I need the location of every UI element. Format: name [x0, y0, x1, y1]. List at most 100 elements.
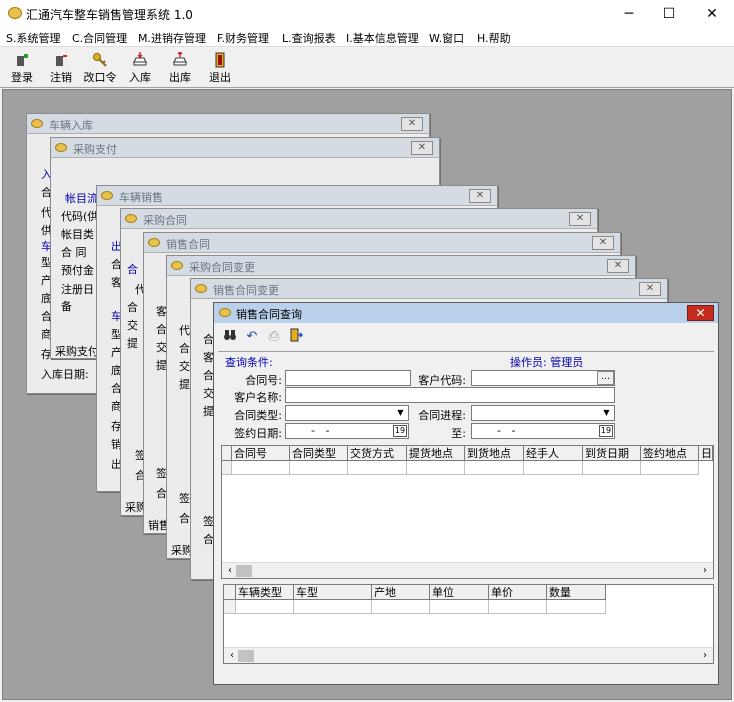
column-header[interactable]: 车辆类型 — [236, 585, 294, 600]
window-icon — [195, 284, 207, 293]
contract-type-select[interactable]: ▼ — [285, 405, 409, 421]
window-icon — [125, 214, 137, 223]
grid-cell[interactable] — [547, 600, 606, 614]
window-close-button[interactable]: ✕ — [639, 282, 661, 296]
scroll-right-icon[interactable]: › — [699, 565, 711, 576]
menu-reports[interactable]: L.查询报表 — [282, 30, 336, 46]
search-button[interactable] — [220, 327, 240, 347]
change-password-label: 改口令 — [83, 71, 117, 84]
scroll-left-icon[interactable]: ‹ — [224, 565, 236, 576]
sign-date-to-input[interactable]: - - 19 — [471, 423, 615, 439]
grid-cell[interactable] — [465, 461, 524, 475]
grid-cell[interactable] — [430, 600, 489, 614]
maximize-button[interactable]: ☐ — [647, 0, 691, 28]
column-header[interactable]: 合同类型 — [290, 446, 348, 461]
exit-button[interactable]: 退出 — [200, 50, 240, 86]
grid-cell[interactable] — [294, 600, 372, 614]
window-close-button[interactable]: ✕ — [592, 236, 614, 250]
grid-cell[interactable] — [236, 600, 294, 614]
menu-basic-info[interactable]: I.基本信息管理 — [346, 30, 419, 46]
window-close-button[interactable]: ✕ — [687, 305, 714, 321]
grid-cell[interactable] — [290, 461, 348, 475]
column-header[interactable]: 单价 — [489, 585, 547, 600]
close-button[interactable]: ✕ — [690, 0, 734, 28]
window-close-button[interactable]: ✕ — [469, 189, 491, 203]
vehicle-detail-grid[interactable]: 车辆类型 车型 产地 单位 单价 数量 ‹ › — [223, 584, 714, 664]
horizontal-scrollbar[interactable]: ‹ › — [222, 562, 713, 578]
contract-type-label: 合同类型: — [234, 409, 282, 422]
column-header[interactable]: 数量 — [547, 585, 606, 600]
window-close-button[interactable]: ✕ — [607, 259, 629, 273]
grid-cell[interactable] — [348, 461, 407, 475]
grid-cell[interactable] — [489, 600, 547, 614]
window-close-button[interactable]: ✕ — [411, 141, 433, 155]
field-label: 预付金 — [61, 264, 94, 277]
field-label: 合 同 — [61, 246, 87, 259]
grid-cell[interactable] — [232, 461, 290, 475]
row-indicator[interactable] — [222, 461, 232, 475]
login-icon — [17, 54, 28, 66]
exit-icon — [215, 52, 225, 68]
scrollbar-thumb[interactable] — [236, 565, 252, 577]
column-header[interactable]: 签约地点 — [641, 446, 699, 461]
column-header[interactable]: 车型 — [294, 585, 372, 600]
column-header[interactable]: 交货方式 — [348, 446, 407, 461]
stock-in-button[interactable]: 入库 — [120, 50, 160, 86]
window-caption: 销售合同 ✕ — [144, 233, 620, 253]
column-header[interactable]: 产地 — [372, 585, 430, 600]
row-indicator-header — [224, 585, 236, 600]
login-button[interactable]: 登录 — [2, 50, 42, 86]
contract-grid[interactable]: 合同号 合同类型 交货方式 提货地点 到货地点 经手人 到货日期 签约地点 日 … — [221, 445, 714, 579]
stock-out-label: 出库 — [169, 71, 191, 84]
grid-cell[interactable] — [524, 461, 583, 475]
car-in-icon — [133, 52, 147, 66]
scrollbar-thumb[interactable] — [238, 650, 254, 662]
grid-cell[interactable] — [407, 461, 465, 475]
exit-button[interactable] — [286, 327, 306, 347]
window-caption: 采购合同 ✕ — [121, 209, 597, 229]
contract-no-label: 合同号: — [245, 374, 282, 387]
row-indicator[interactable] — [224, 600, 236, 614]
grid-cell[interactable] — [641, 461, 699, 475]
undo-button[interactable]: ↶ — [242, 327, 262, 347]
query-section-label: 查询条件: — [225, 356, 273, 369]
menu-contract[interactable]: C.合同管理 — [72, 30, 127, 46]
window-caption: 销售合同查询 ✕ — [214, 303, 718, 323]
menu-finance[interactable]: F.财务管理 — [217, 30, 269, 46]
tab-label[interactable]: 采购支付 — [55, 343, 99, 359]
customer-code-input[interactable] — [471, 370, 615, 386]
column-header[interactable]: 单位 — [430, 585, 489, 600]
column-header[interactable]: 到货日期 — [583, 446, 641, 461]
grid-cell[interactable] — [583, 461, 641, 475]
column-header[interactable]: 提货地点 — [407, 446, 465, 461]
sign-date-from-input[interactable]: - -19 — [285, 423, 409, 439]
window-icon — [171, 261, 183, 270]
field-label: 合 — [179, 512, 190, 525]
grid-cell[interactable] — [372, 600, 430, 614]
column-header[interactable]: 合同号 — [232, 446, 290, 461]
contract-progress-select[interactable]: ▼ — [471, 405, 615, 421]
change-password-button[interactable]: 改口令 — [80, 50, 120, 86]
customer-lookup-button[interactable]: … — [597, 371, 614, 385]
minimize-button[interactable]: ─ — [607, 0, 651, 28]
scroll-right-icon[interactable]: › — [699, 650, 711, 661]
menu-inventory[interactable]: M.进销存管理 — [138, 30, 206, 46]
print-button[interactable]: ⎙ — [264, 327, 284, 347]
horizontal-scrollbar[interactable]: ‹ › — [224, 647, 713, 663]
column-header[interactable]: 到货地点 — [465, 446, 524, 461]
logout-button[interactable]: 注销 — [41, 50, 81, 86]
menu-system[interactable]: S.系统管理 — [6, 30, 60, 46]
window-sales-contract-query[interactable]: 销售合同查询 ✕ ↶ ⎙ 查询条件: 操作员: 管理员 合同号: 客户代码: …… — [213, 302, 719, 685]
column-header[interactable]: 经手人 — [524, 446, 583, 461]
stock-out-button[interactable]: 出库 — [160, 50, 200, 86]
scroll-left-icon[interactable]: ‹ — [226, 650, 238, 661]
column-header[interactable]: 日 — [699, 446, 713, 461]
contract-no-input[interactable] — [285, 370, 411, 386]
customer-name-input[interactable] — [285, 387, 615, 403]
window-close-button[interactable]: ✕ — [401, 117, 423, 131]
menu-help[interactable]: H.帮助 — [477, 30, 511, 46]
menu-window[interactable]: W.窗口 — [429, 30, 464, 46]
calendar-icon[interactable]: 19 — [599, 425, 613, 437]
window-caption: 采购支付 ✕ — [51, 138, 439, 158]
window-close-button[interactable]: ✕ — [569, 212, 591, 226]
